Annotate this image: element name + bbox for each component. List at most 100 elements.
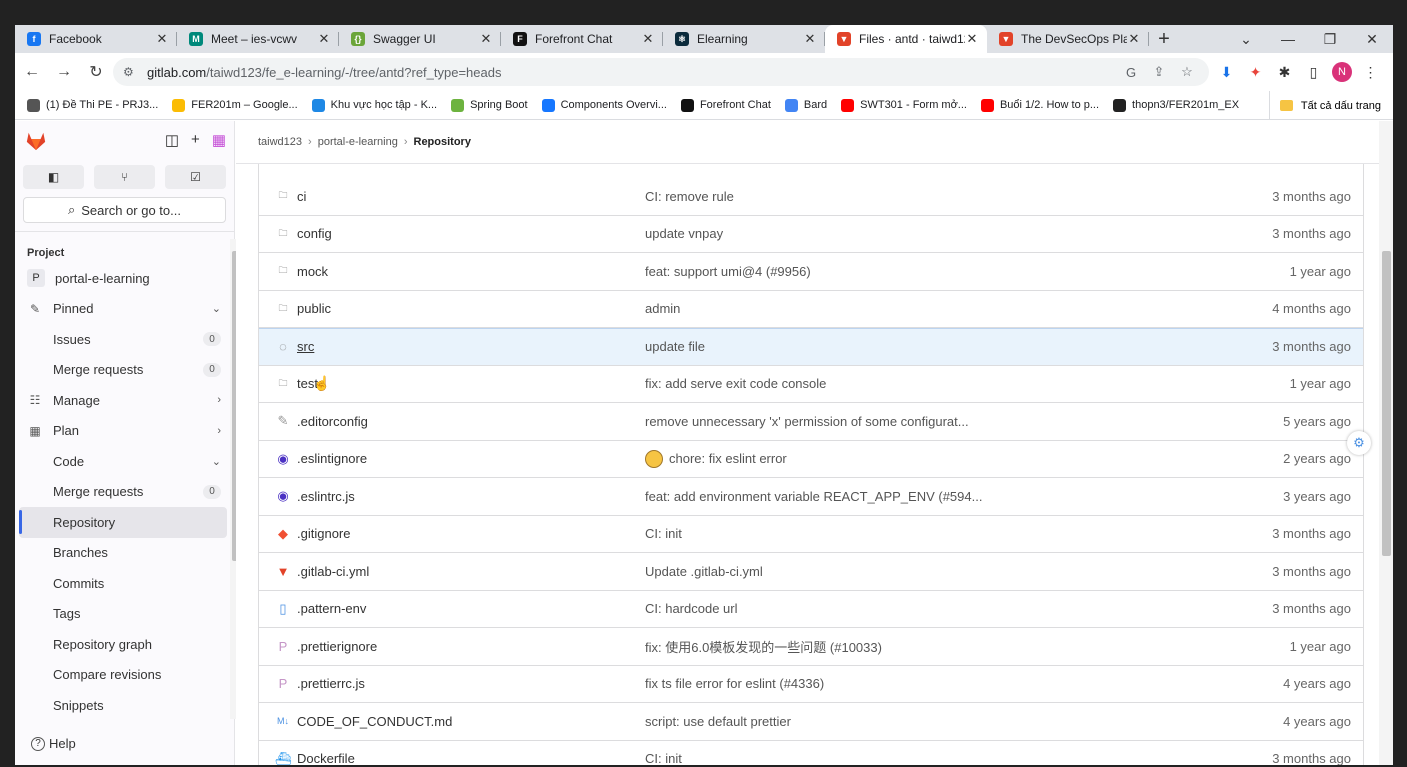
table-row[interactable]: 🗀 tests fix: add serve exit code console 1 …	[259, 366, 1363, 403]
sidebar-item-branches[interactable]: Branches	[15, 538, 231, 569]
sidebar-item-merge-requests[interactable]: Merge requests 0	[15, 477, 231, 508]
reload-button[interactable]: ↻	[81, 57, 111, 87]
sidebar-item-snippets[interactable]: Snippets	[15, 690, 231, 721]
bookmark-item[interactable]: Components Overvi...	[541, 98, 667, 112]
sidebar-item-merge-requests[interactable]: Merge requests 0	[15, 355, 231, 386]
table-row[interactable]: ▯ .pattern-env CI: hardcode url 3 months ag…	[259, 591, 1363, 628]
sidebar-item-pinned[interactable]: ✎ Pinned ⌄	[15, 294, 231, 325]
issues-shortcut-button[interactable]: ◧	[23, 165, 84, 189]
table-row[interactable]: P .prettierrc.js fix ts file error for esl…	[259, 666, 1363, 703]
forward-button[interactable]: →	[49, 57, 79, 87]
file-name-link[interactable]: .eslintrc.js	[297, 489, 645, 504]
browser-tab[interactable]: M Meet – ies-vcwv ✕	[177, 25, 339, 53]
sidebar-item-code[interactable]: Code ⌄	[15, 446, 231, 477]
commit-message[interactable]: update file	[645, 339, 705, 354]
address-bar[interactable]: ⚙ gitlab.com/taiwd123/fe_e-learning/-/tr…	[113, 58, 1209, 86]
sidebar-item-plan[interactable]: ▦ Plan ›	[15, 416, 231, 447]
file-name-link[interactable]: src	[297, 339, 645, 354]
search-go-button[interactable]: ⌕ Search or go to...	[23, 197, 226, 223]
close-tab-icon[interactable]: ✕	[155, 31, 169, 47]
browser-tab[interactable]: ▼ The DevSecOps Platf ✕	[987, 25, 1149, 53]
table-row[interactable]: 🗀 config update vnpay 3 months ago	[259, 216, 1363, 253]
file-name-link[interactable]: public	[297, 301, 645, 316]
url-text[interactable]: gitlab.com/taiwd123/fe_e-learning/-/tree…	[147, 65, 501, 80]
extension-download-icon[interactable]: ⬇	[1212, 64, 1241, 81]
commit-message[interactable]: Update .gitlab-ci.yml	[645, 564, 763, 579]
browser-tab[interactable]: {} Swagger UI ✕	[339, 25, 501, 53]
sidebar-item-compare-revisions[interactable]: Compare revisions	[15, 660, 231, 691]
todos-shortcut-button[interactable]: ☑	[165, 165, 226, 189]
extensions-puzzle-icon[interactable]: ✱	[1270, 64, 1299, 81]
file-name-link[interactable]: .prettierignore	[297, 639, 645, 654]
side-panel-icon[interactable]: ▯	[1299, 64, 1328, 81]
bookmark-item[interactable]: Spring Boot	[451, 98, 528, 112]
tab-search-icon[interactable]: ⌄	[1225, 25, 1267, 53]
close-tab-icon[interactable]: ✕	[803, 31, 817, 47]
create-new-icon[interactable]: +	[191, 131, 200, 149]
breadcrumb-user[interactable]: taiwd123	[258, 136, 302, 148]
help-button[interactable]: ? Help	[31, 736, 76, 751]
table-row[interactable]: 🗀 ci CI: remove rule 3 months ago	[259, 178, 1363, 216]
bookmark-item[interactable]: SWT301 - Form mở...	[841, 98, 967, 112]
browser-tab[interactable]: F Forefront Chat ✕	[501, 25, 663, 53]
table-row[interactable]: ◌ src update file 3 months ago	[259, 328, 1363, 366]
file-name-link[interactable]: .prettierrc.js	[297, 676, 645, 691]
commit-message[interactable]: feat: support umi@4 (#9956)	[645, 264, 811, 279]
site-info-icon[interactable]: ⚙	[123, 65, 141, 79]
duo-chat-icon[interactable]: ⚙	[1347, 431, 1371, 455]
table-row[interactable]: ▼ .gitlab-ci.yml Update .gitlab-ci.yml 3 mo…	[259, 553, 1363, 591]
table-row[interactable]: 🗀 public admin 4 months ago	[259, 291, 1363, 328]
browser-tab[interactable]: ▼ Files · antd · taiwd12: ✕	[825, 25, 987, 53]
commit-message[interactable]: fix ts file error for eslint (#4336)	[645, 676, 824, 691]
restore-button[interactable]: ❐	[1309, 25, 1351, 53]
sidebar-project-link[interactable]: P portal-e-learning	[15, 263, 231, 294]
breadcrumb-project[interactable]: portal-e-learning	[318, 136, 398, 148]
commit-message[interactable]: CI: remove rule	[645, 189, 734, 204]
table-row[interactable]: ◆ .gitignore CI: init 3 months ago	[259, 516, 1363, 553]
menu-kebab-icon[interactable]: ⋮	[1356, 64, 1385, 81]
bookmark-item[interactable]: Khu vực học tập - K...	[311, 98, 437, 112]
commit-message[interactable]: admin	[645, 301, 680, 316]
bookmark-item[interactable]: thopn3/FER201m_EX	[1113, 98, 1239, 112]
google-lens-icon[interactable]: G	[1117, 65, 1145, 80]
file-name-link[interactable]: config	[297, 226, 645, 241]
sidebar-item-manage[interactable]: ☷ Manage ›	[15, 385, 231, 416]
table-row[interactable]: P .prettierignore fix: 使用6.0模板发现的一些问题 (#10…	[259, 628, 1363, 666]
sidebar-item-issues[interactable]: Issues 0	[15, 324, 231, 355]
gitlab-logo-icon[interactable]	[25, 130, 47, 152]
merge-requests-shortcut-button[interactable]: ⑂	[94, 165, 155, 189]
close-tab-icon[interactable]: ✕	[317, 31, 331, 47]
commit-message[interactable]: update vnpay	[645, 226, 723, 241]
table-row[interactable]: M↓ CODE_OF_CONDUCT.md script: use default …	[259, 703, 1363, 741]
browser-tab[interactable]: f Facebook ✕	[15, 25, 177, 53]
user-avatar[interactable]: ▦	[212, 131, 226, 149]
table-row[interactable]: ◉ .eslintrc.js feat: add environment varia…	[259, 478, 1363, 516]
sidebar-item-commits[interactable]: Commits	[15, 568, 231, 599]
commit-message[interactable]: CI: hardcode url	[645, 601, 738, 616]
commit-message[interactable]: feat: add environment variable REACT_APP…	[645, 489, 982, 504]
minimize-button[interactable]: —	[1267, 25, 1309, 53]
bookmark-item[interactable]: FER201m – Google...	[172, 98, 298, 112]
sidebar-item-repository[interactable]: Repository	[19, 507, 227, 538]
bookmark-item[interactable]: Bard	[784, 98, 827, 112]
table-row[interactable]: ✎ .editorconfig remove unnecessary 'x' per…	[259, 403, 1363, 441]
file-name-link[interactable]: .gitignore	[297, 526, 645, 541]
sidebar-item-tags[interactable]: Tags	[15, 599, 231, 630]
close-tab-icon[interactable]: ✕	[1127, 31, 1141, 47]
commit-message[interactable]: chore: fix eslint error	[669, 451, 787, 466]
file-name-link[interactable]: mock	[297, 264, 645, 279]
collapse-sidebar-icon[interactable]: ◫	[165, 131, 179, 149]
user-avatar[interactable]	[645, 449, 663, 468]
extension-color-icon[interactable]: ✦	[1241, 64, 1270, 81]
close-tab-icon[interactable]: ✕	[965, 31, 979, 47]
table-row[interactable]: 🗀 mock feat: support umi@4 (#9956) 1 year a…	[259, 253, 1363, 291]
profile-avatar[interactable]: N	[1332, 62, 1352, 82]
file-name-link[interactable]: .editorconfig	[297, 414, 645, 429]
file-name-link[interactable]: .pattern-env	[297, 601, 645, 616]
close-tab-icon[interactable]: ✕	[641, 31, 655, 47]
file-name-link[interactable]: tests	[297, 376, 645, 391]
file-name-link[interactable]: CODE_OF_CONDUCT.md	[297, 714, 645, 729]
bookmark-item[interactable]: Buổi 1/2. How to p...	[980, 98, 1099, 112]
file-name-link[interactable]: Dockerfile	[297, 751, 645, 765]
file-name-link[interactable]: .gitlab-ci.yml	[297, 564, 645, 579]
